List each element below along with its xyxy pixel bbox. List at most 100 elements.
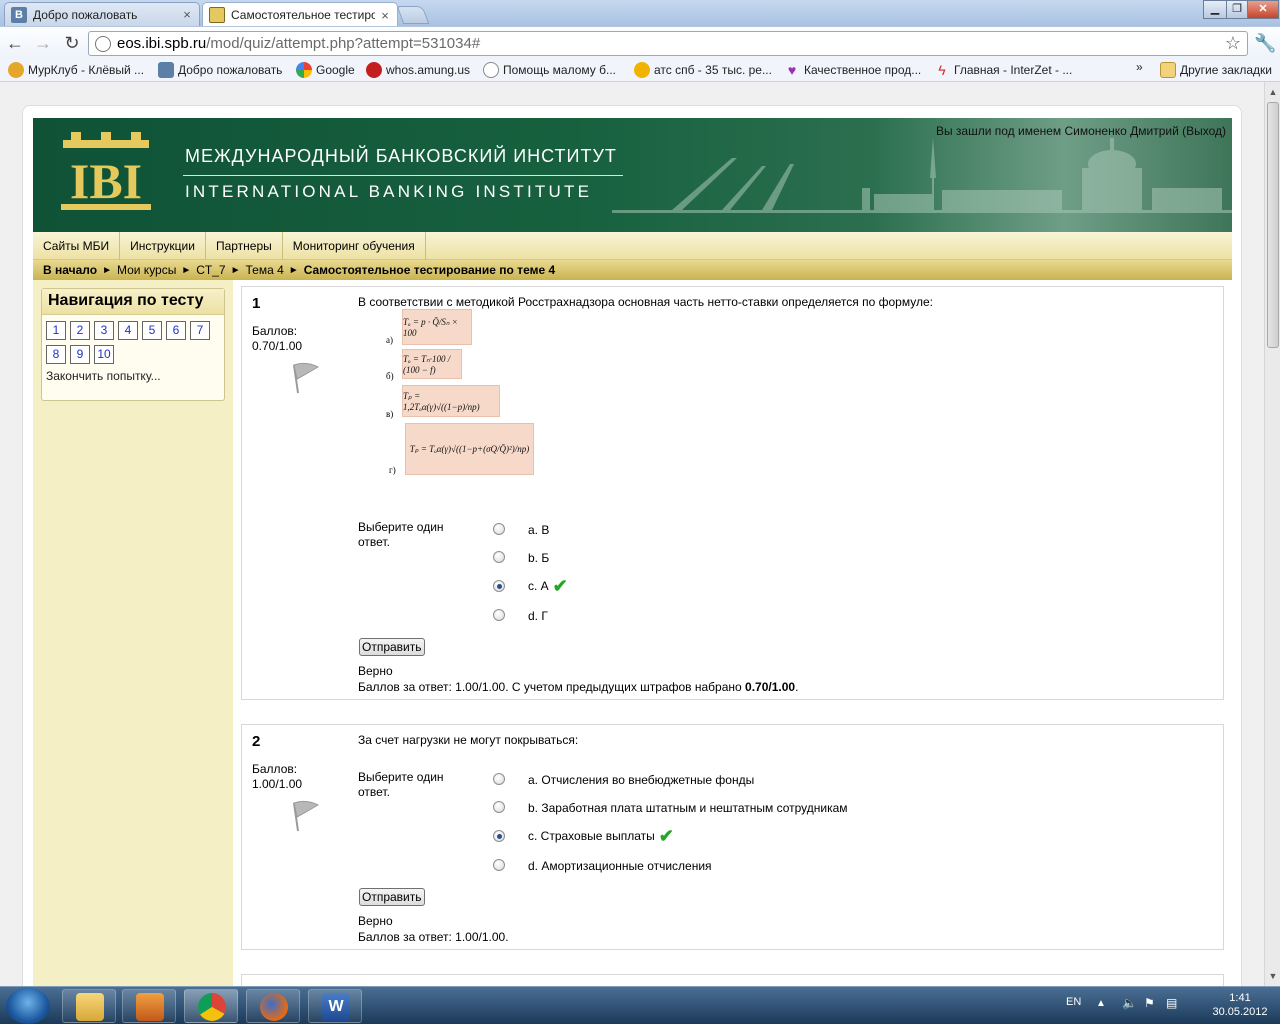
question-number: 1 — [252, 295, 261, 312]
taskbar-media-player[interactable] — [122, 989, 176, 1023]
address-bar[interactable]: eos.ibi.spb.ru/mod/quiz/attempt.php?atte… — [88, 31, 1248, 56]
close-icon[interactable]: × — [379, 8, 391, 23]
bookmark-ats[interactable]: атс спб - 35 тыс. ре... — [634, 62, 772, 78]
answer-feedback: Верно Баллов за ответ: 1.00/1.00. — [358, 913, 509, 945]
question-button-10[interactable]: 10 — [94, 345, 114, 364]
answer-radio-d[interactable] — [493, 609, 505, 621]
taskbar-word[interactable]: W — [308, 989, 362, 1023]
tab-quiz[interactable]: Самостоятельное тестиро × — [202, 2, 398, 27]
formula-label-a: а) — [386, 335, 393, 345]
question-content: За счет нагрузки не могут покрываться: В… — [358, 725, 1215, 944]
answer-option-d[interactable]: d. Г — [528, 609, 548, 623]
question-button-4[interactable]: 4 — [118, 321, 138, 340]
answer-option-b[interactable]: b. Б — [528, 551, 549, 565]
tab-title: Добро пожаловать — [33, 7, 138, 22]
vk-icon — [158, 62, 174, 78]
bookmark-help-small[interactable]: Помощь малому б... — [483, 62, 616, 78]
volume-icon[interactable]: 🔈 — [1122, 996, 1137, 1010]
breadcrumb-course[interactable]: CT_7 — [196, 263, 225, 277]
flag-tray-icon[interactable]: ⚑ — [1144, 996, 1155, 1010]
bookmarks-overflow[interactable]: » — [1136, 60, 1143, 74]
reload-icon[interactable]: ↻ — [61, 32, 83, 54]
windows-taskbar: W EN ▲ 🔈 ⚑ ▤ 1:41 30.05.2012 — [0, 986, 1280, 1024]
bookmark-other[interactable]: Другие закладки — [1160, 62, 1272, 78]
maximize-button[interactable]: ❐ — [1226, 0, 1248, 19]
formula-d: Tₚ = Tₒα(γ)√((1−p+(σQ/Q̄)²)/np) — [405, 423, 534, 475]
answer-option-b[interactable]: b. Заработная плата штатным и нештатным … — [528, 801, 848, 815]
clock[interactable]: 1:41 30.05.2012 — [1210, 991, 1270, 1019]
answer-radio-b[interactable] — [493, 551, 505, 563]
answer-radio-a[interactable] — [493, 773, 505, 785]
scroll-thumb[interactable] — [1267, 102, 1279, 348]
question-button-2[interactable]: 2 — [70, 321, 90, 340]
wrench-icon[interactable]: 🔧 — [1254, 33, 1276, 54]
bookmark-star-icon[interactable]: ☆ — [1225, 33, 1241, 54]
answer-radio-c[interactable] — [493, 830, 505, 842]
menu-item-sites[interactable]: Сайты МБИ — [33, 232, 121, 260]
language-indicator[interactable]: EN — [1066, 996, 1081, 1008]
start-button[interactable] — [6, 988, 50, 1024]
taskbar-explorer[interactable] — [62, 989, 116, 1023]
question-button-6[interactable]: 6 — [166, 321, 186, 340]
new-tab-button[interactable] — [396, 6, 430, 24]
question-button-7[interactable]: 7 — [190, 321, 210, 340]
window-close-button[interactable]: ✕ — [1247, 0, 1279, 19]
breadcrumb-current: Самостоятельное тестирование по теме 4 — [303, 263, 556, 277]
forward-icon[interactable]: → — [32, 32, 54, 54]
question-block-3 — [241, 974, 1224, 986]
answer-radio-b[interactable] — [493, 801, 505, 813]
taskbar-chrome[interactable] — [184, 989, 238, 1023]
bookmark-whos-amung[interactable]: whos.amung.us — [366, 62, 470, 78]
bookmark-vk[interactable]: Добро пожаловать — [158, 62, 282, 78]
breadcrumb-my-courses[interactable]: Мои курсы — [117, 263, 176, 277]
breadcrumb-arrow-icon: ► — [288, 264, 299, 276]
finish-attempt-link[interactable]: Закончить попытку... — [42, 369, 224, 383]
answer-radio-c[interactable] — [493, 580, 505, 592]
question-button-8[interactable]: 8 — [46, 345, 66, 364]
question-button-3[interactable]: 3 — [94, 321, 114, 340]
network-icon[interactable]: ▤ — [1166, 996, 1177, 1010]
answer-option-d[interactable]: d. Амортизационные отчисления — [528, 859, 712, 873]
taskbar-firefox[interactable] — [246, 989, 300, 1023]
menu-item-partners[interactable]: Партнеры — [206, 232, 283, 260]
submit-button[interactable]: Отправить — [359, 638, 425, 656]
answer-option-a[interactable]: a. Отчисления во внебюджетные фонды — [528, 773, 754, 787]
bookmark-interzet[interactable]: ϟ Главная - InterZet - ... — [934, 62, 1072, 78]
breadcrumb-home[interactable]: В начало — [43, 263, 97, 277]
bookmark-google[interactable]: Google — [296, 62, 355, 78]
question-button-5[interactable]: 5 — [142, 321, 162, 340]
minimize-button[interactable]: ▁ — [1203, 0, 1227, 19]
bookmark-quality[interactable]: ♥ Качественное прод... — [784, 62, 921, 78]
submit-button[interactable]: Отправить — [359, 888, 425, 906]
answer-option-c[interactable]: c. Страховые выплаты ✔ — [528, 827, 674, 845]
globe-icon — [483, 62, 499, 78]
globe-icon — [95, 35, 111, 52]
page-scrollbar[interactable]: ▲ ▼ — [1264, 82, 1280, 986]
answer-radio-a[interactable] — [493, 523, 505, 535]
media-player-icon — [136, 993, 164, 1021]
scroll-down-icon[interactable]: ▼ — [1265, 968, 1280, 984]
question-info: 1 Баллов: 0.70/1.00 — [252, 287, 348, 394]
answer-option-a[interactable]: a. В — [528, 523, 549, 537]
search-icon — [634, 62, 650, 78]
flag-icon[interactable] — [288, 799, 322, 833]
breadcrumb-arrow-icon: ► — [181, 264, 192, 276]
question-button-1[interactable]: 1 — [46, 321, 66, 340]
login-info[interactable]: Вы зашли под именем Симоненко Дмитрий (В… — [936, 124, 1226, 138]
formula-b: Tₒ = Tₙ·100 / (100 − f) — [402, 349, 462, 379]
question-button-9[interactable]: 9 — [70, 345, 90, 364]
answer-radio-d[interactable] — [493, 859, 505, 871]
answer-option-c[interactable]: c. А ✔ — [528, 577, 568, 595]
back-icon[interactable]: ← — [4, 32, 26, 54]
breadcrumb-topic[interactable]: Тема 4 — [246, 263, 284, 277]
close-icon[interactable]: × — [181, 7, 193, 22]
question-content: В соответствии с методикой Росстрахнадзо… — [358, 287, 1215, 694]
tray-expand-icon[interactable]: ▲ — [1096, 998, 1106, 1009]
menu-item-monitoring[interactable]: Мониторинг обучения — [283, 232, 426, 260]
scroll-up-icon[interactable]: ▲ — [1265, 84, 1280, 100]
flag-icon[interactable] — [288, 361, 322, 395]
bookmark-murclub[interactable]: МурКлуб - Клёвый ... — [8, 62, 144, 78]
menu-item-instructions[interactable]: Инструкции — [120, 232, 206, 260]
page-viewport: IBI МЕЖДУНАРОДНЫЙ БАНКОВСКИЙ ИНСТИТУТ IN… — [0, 82, 1264, 986]
tab-welcome[interactable]: B Добро пожаловать × — [4, 2, 200, 26]
